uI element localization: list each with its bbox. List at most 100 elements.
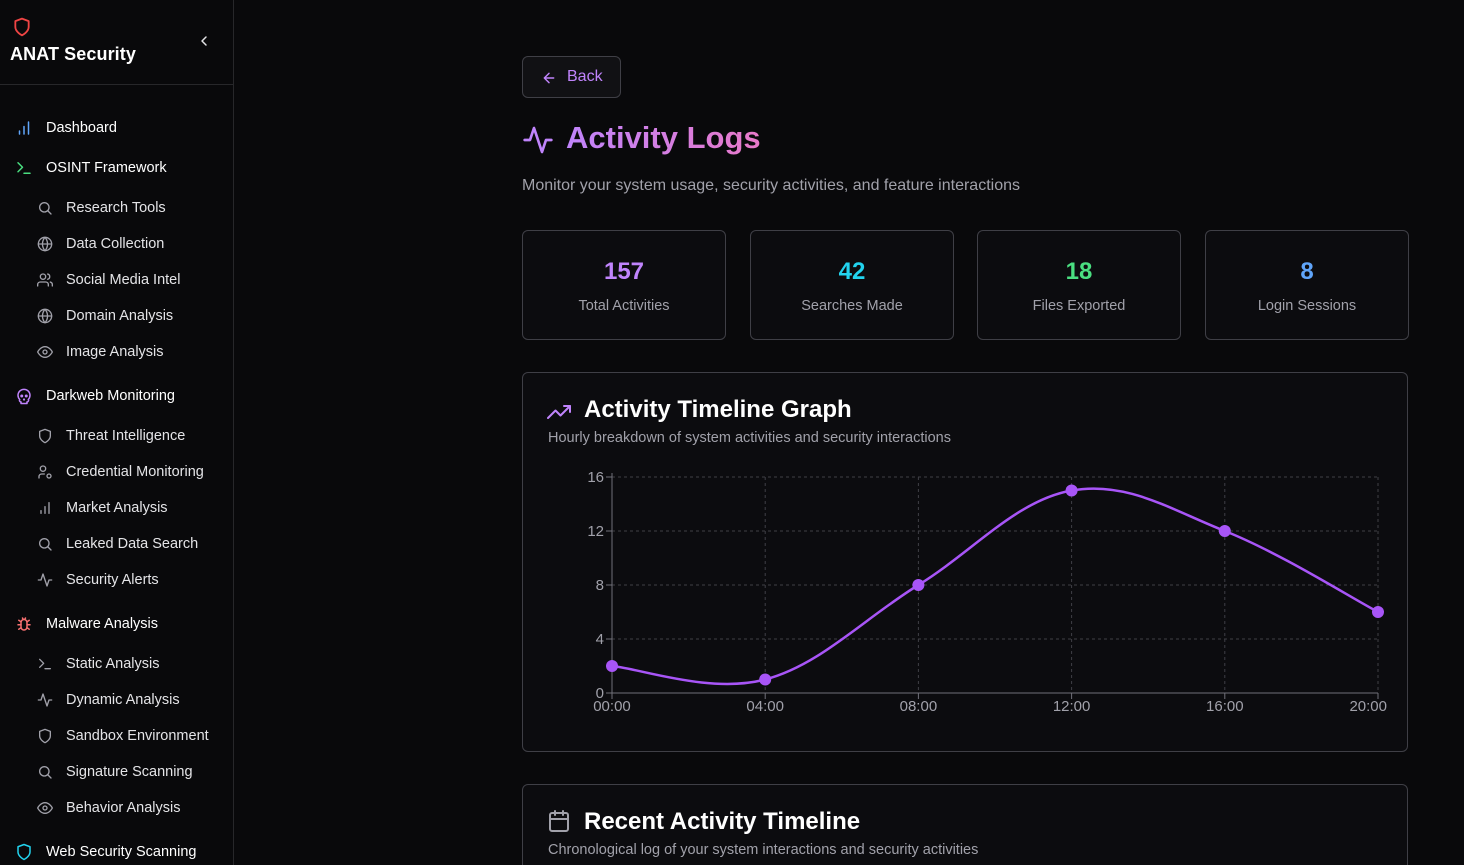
brand-header: ANAT Security xyxy=(0,0,233,85)
y-tick-label: 12 xyxy=(587,523,604,540)
sidebar-item-label: Sandbox Environment xyxy=(66,728,209,744)
sidebar-item-web-security-scanning[interactable]: Web Security Scanning xyxy=(0,838,233,865)
sidebar-item-malware-analysis[interactable]: Malware Analysis xyxy=(0,610,233,638)
x-tick-label: 08:00 xyxy=(900,698,938,715)
sidebar-item-dashboard[interactable]: Dashboard xyxy=(0,114,233,142)
sidebar-item-label: Malware Analysis xyxy=(46,616,159,632)
sidebar: ANAT Security Dashboard OSINT Framework Re… xyxy=(0,0,234,865)
stat-label: Files Exported xyxy=(1032,298,1126,314)
shield-logo-icon xyxy=(14,17,30,37)
search-icon xyxy=(37,764,53,780)
recent-title: Recent Activity Timeline xyxy=(584,808,861,835)
arrow-left-icon xyxy=(543,72,555,84)
y-tick-label: 4 xyxy=(596,631,604,648)
page-title: Activity Logs xyxy=(566,120,761,155)
x-tick-label: 16:00 xyxy=(1206,698,1244,715)
shield-icon xyxy=(15,843,33,861)
stat-card-login-sessions: 8 Login Sessions xyxy=(1205,230,1409,340)
sidebar-item-label: Leaked Data Search xyxy=(66,536,199,552)
sidebar-item-label: Signature Scanning xyxy=(66,764,193,780)
sidebar-item-label: Dashboard xyxy=(46,120,117,136)
sidebar-item-label: Domain Analysis xyxy=(66,308,174,324)
sidebar-item-image-analysis[interactable]: Image Analysis xyxy=(0,338,233,366)
bar-chart-icon xyxy=(15,119,33,137)
app-root: ANAT Security Dashboard OSINT Framework Re… xyxy=(0,0,1464,865)
sidebar-item-label: Behavior Analysis xyxy=(66,800,181,816)
page-subtitle: Monitor your system usage, security acti… xyxy=(522,177,1020,194)
sidebar-item-label: Image Analysis xyxy=(66,344,164,360)
sidebar-item-data-collection[interactable]: Data Collection xyxy=(0,230,233,258)
shield-icon xyxy=(37,428,53,444)
sidebar-item-label: OSINT Framework xyxy=(46,160,167,176)
activity-line-chart: 048121600:00 04:00 08:00 12:00 16:00 20:00 xyxy=(587,469,1387,715)
activity-icon xyxy=(37,572,53,588)
stat-label: Searches Made xyxy=(801,298,903,314)
user-cog-icon xyxy=(37,464,53,480)
sidebar-item-label: Research Tools xyxy=(66,200,166,216)
data-point xyxy=(1372,606,1384,618)
data-point xyxy=(912,579,925,591)
x-tick-label: 12:00 xyxy=(1053,698,1091,715)
sidebar-item-darkweb-monitoring[interactable]: Darkweb Monitoring xyxy=(0,382,233,410)
search-icon xyxy=(37,200,53,216)
terminal-icon xyxy=(37,656,53,672)
sidebar-item-static-analysis[interactable]: Static Analysis xyxy=(0,650,233,678)
sidebar-item-leaked-data-search[interactable]: Leaked Data Search xyxy=(0,530,233,558)
stat-value: 42 xyxy=(838,258,866,285)
x-tick-label: 20:00 xyxy=(1349,698,1387,715)
sidebar-item-credential-monitoring[interactable]: Credential Monitoring xyxy=(0,458,233,486)
recent-activity-card: Recent Activity Timeline Chronological l… xyxy=(522,784,1408,865)
sidebar-item-market-analysis[interactable]: Market Analysis xyxy=(0,494,233,522)
data-point xyxy=(606,660,618,672)
stat-card-total-activities: 157 Total Activities xyxy=(522,230,726,340)
activity-icon xyxy=(523,126,553,154)
sidebar-item-social-media-intel[interactable]: Social Media Intel xyxy=(0,266,233,294)
skull-icon xyxy=(15,387,33,405)
shield-icon xyxy=(37,728,53,744)
stat-value: 18 xyxy=(1065,258,1093,285)
stat-label: Login Sessions xyxy=(1257,298,1357,314)
main-content: Back Activity Logs Monitor your system u… xyxy=(234,0,1464,865)
recent-subtitle: Chronological log of your system interac… xyxy=(548,842,979,858)
globe-icon xyxy=(37,308,53,324)
globe-icon xyxy=(37,236,53,252)
sidebar-item-dynamic-analysis[interactable]: Dynamic Analysis xyxy=(0,686,233,714)
eye-icon xyxy=(37,800,53,816)
activity-timeline-graph-card: Activity Timeline Graph Hourly breakdown… xyxy=(522,372,1408,752)
sidebar-item-label: Darkweb Monitoring xyxy=(46,388,175,404)
sidebar-item-domain-analysis[interactable]: Domain Analysis xyxy=(0,302,233,330)
y-tick-label: 16 xyxy=(587,469,604,486)
brand-title: ANAT Security xyxy=(10,44,136,64)
sidebar-item-label: Data Collection xyxy=(66,236,165,252)
sidebar-item-label: Market Analysis xyxy=(66,500,168,516)
sidebar-item-security-alerts[interactable]: Security Alerts xyxy=(0,566,233,594)
bug-icon xyxy=(15,615,33,633)
activity-icon xyxy=(37,692,53,708)
sidebar-item-label: Threat Intelligence xyxy=(66,428,186,444)
sidebar-item-osint-framework[interactable]: OSINT Framework xyxy=(0,154,233,182)
x-tick-label: 00:00 xyxy=(593,698,631,715)
sidebar-item-threat-intelligence[interactable]: Threat Intelligence xyxy=(0,422,233,450)
sidebar-item-label: Dynamic Analysis xyxy=(66,692,180,708)
back-button[interactable]: Back xyxy=(522,56,621,98)
sidebar-item-sandbox-environment[interactable]: Sandbox Environment xyxy=(0,722,233,750)
calendar-icon xyxy=(549,810,569,832)
x-tick-label: 04:00 xyxy=(746,698,784,715)
sidebar-item-signature-scanning[interactable]: Signature Scanning xyxy=(0,758,233,786)
sidebar-item-research-tools[interactable]: Research Tools xyxy=(0,194,233,222)
sidebar-item-behavior-analysis[interactable]: Behavior Analysis xyxy=(0,794,233,822)
stat-card-searches-made: 42 Searches Made xyxy=(750,230,954,340)
chevron-left-icon[interactable] xyxy=(196,33,212,49)
sidebar-item-label: Social Media Intel xyxy=(66,272,181,288)
stat-card-files-exported: 18 Files Exported xyxy=(977,230,1181,340)
search-icon xyxy=(37,536,53,552)
sidebar-item-label: Security Alerts xyxy=(66,572,159,588)
y-tick-label: 8 xyxy=(596,577,604,594)
stat-value: 8 xyxy=(1300,258,1314,285)
eye-icon xyxy=(37,344,53,360)
users-icon xyxy=(37,272,53,288)
data-point xyxy=(1065,484,1078,497)
bar-chart-icon xyxy=(37,500,53,516)
terminal-icon xyxy=(15,159,33,177)
sidebar-item-label: Static Analysis xyxy=(66,656,160,672)
